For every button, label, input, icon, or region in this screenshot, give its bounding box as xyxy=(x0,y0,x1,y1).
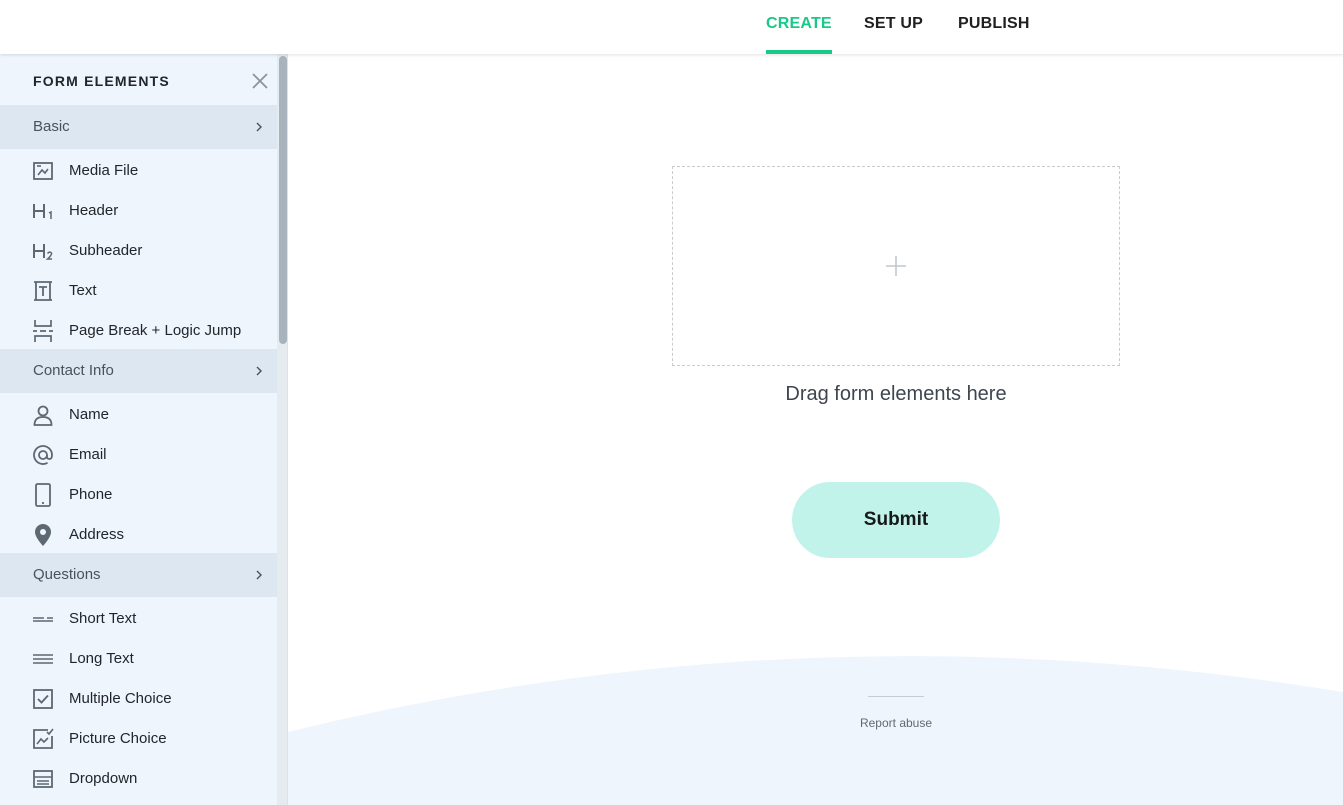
form-elements-sidebar: FORM ELEMENTS Basic Media File Header Su… xyxy=(0,54,288,805)
element-label: Picture Choice xyxy=(69,730,167,747)
drop-zone[interactable] xyxy=(672,166,1120,366)
element-short-text[interactable]: Short Text xyxy=(0,599,277,639)
sidebar-scrollbar[interactable] xyxy=(279,56,287,344)
element-label: Subheader xyxy=(69,242,143,259)
tab-publish[interactable]: PUBLISH xyxy=(958,0,1030,54)
section-contact-info[interactable]: Contact Info xyxy=(0,349,277,393)
top-nav-bar: CREATE SET UP PUBLISH xyxy=(0,0,1343,54)
element-long-text[interactable]: Long Text xyxy=(0,639,277,679)
element-label: Dropdown xyxy=(69,770,138,787)
element-page-break[interactable]: Page Break + Logic Jump xyxy=(0,311,277,351)
person-icon xyxy=(33,405,53,426)
element-label: Short Text xyxy=(69,610,137,627)
chevron-right-icon xyxy=(256,570,262,580)
section-basic[interactable]: Basic xyxy=(0,105,277,149)
element-label: Email xyxy=(69,446,107,463)
tab-create[interactable]: CREATE xyxy=(766,0,832,54)
element-label: Phone xyxy=(69,486,113,503)
element-phone[interactable]: Phone xyxy=(0,475,277,515)
tab-set-up[interactable]: SET UP xyxy=(864,0,923,54)
element-email[interactable]: Email xyxy=(0,435,277,475)
close-icon[interactable] xyxy=(249,70,271,92)
phone-icon xyxy=(35,483,51,507)
footer-divider xyxy=(868,696,924,697)
section-label: Basic xyxy=(33,118,70,135)
element-multiple-choice[interactable]: Multiple Choice xyxy=(0,679,277,719)
element-label: Multiple Choice xyxy=(69,690,172,707)
report-abuse-link[interactable]: Report abuse xyxy=(796,716,996,730)
element-label: Page Break + Logic Jump xyxy=(69,322,242,339)
media-file-icon xyxy=(33,162,53,180)
h2-icon xyxy=(33,244,53,260)
element-label: Name xyxy=(69,406,110,423)
element-label: Media File xyxy=(69,162,139,179)
element-dropdown[interactable]: Dropdown xyxy=(0,759,277,799)
checkbox-icon xyxy=(33,689,53,709)
submit-button[interactable]: Submit xyxy=(792,482,1000,558)
element-label: Long Text xyxy=(69,650,134,667)
element-label: Header xyxy=(69,202,119,219)
sidebar-header: FORM ELEMENTS xyxy=(0,54,277,105)
element-media-file[interactable]: Media File xyxy=(0,151,277,191)
element-header[interactable]: Header xyxy=(0,191,277,231)
chevron-right-icon xyxy=(256,122,262,132)
element-name[interactable]: Name xyxy=(0,395,277,435)
section-label: Questions xyxy=(33,566,101,583)
long-text-icon xyxy=(33,654,53,664)
dropdown-icon xyxy=(33,770,53,788)
sidebar-title: FORM ELEMENTS xyxy=(33,73,170,89)
element-address[interactable]: Address xyxy=(0,515,277,555)
chevron-right-icon xyxy=(256,366,262,376)
form-canvas: Drag form elements here Submit Report ab… xyxy=(288,54,1343,805)
at-icon xyxy=(33,445,53,465)
section-label: Contact Info xyxy=(33,362,114,379)
short-text-icon xyxy=(33,617,53,622)
element-text[interactable]: Text xyxy=(0,271,277,311)
element-label: Address xyxy=(69,526,125,543)
h1-icon xyxy=(33,204,52,219)
drop-hint: Drag form elements here xyxy=(785,383,1007,405)
element-subheader[interactable]: Subheader xyxy=(0,231,277,271)
section-questions[interactable]: Questions xyxy=(0,553,277,597)
picture-choice-icon xyxy=(33,728,54,749)
page-break-icon xyxy=(33,320,53,342)
element-picture-choice[interactable]: Picture Choice xyxy=(0,719,277,759)
location-pin-icon xyxy=(35,524,51,546)
text-icon xyxy=(34,281,52,301)
element-label: Text xyxy=(69,282,97,299)
plus-icon[interactable] xyxy=(885,255,907,277)
